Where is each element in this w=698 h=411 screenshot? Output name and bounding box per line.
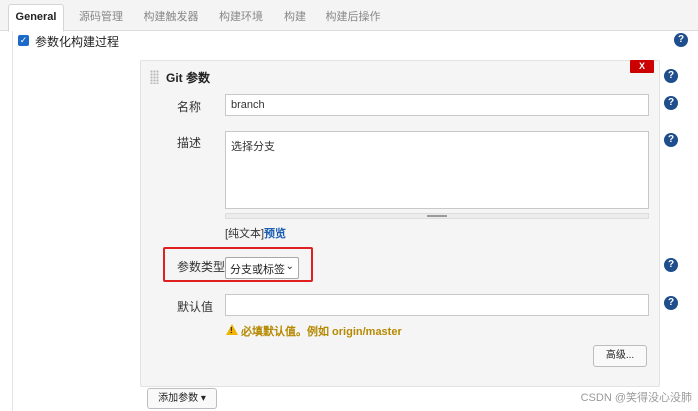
tab-bar: General 源码管理 构建触发器 构建环境 构建 构建后操作: [0, 0, 698, 32]
drag-grip-icon[interactable]: [150, 70, 159, 84]
help-icon[interactable]: ?: [664, 69, 678, 83]
add-parameter-button[interactable]: 添加参数 ▾: [147, 388, 217, 409]
plain-text-label: [纯文本]: [225, 228, 265, 240]
parameter-type-label: 参数类型: [177, 260, 226, 274]
tab-build-environment[interactable]: 构建环境: [210, 5, 272, 31]
delete-parameter-button[interactable]: X: [630, 60, 654, 73]
tab-general[interactable]: General: [8, 4, 64, 32]
chevron-down-icon: ⌄: [285, 261, 294, 272]
help-icon[interactable]: ?: [664, 258, 678, 272]
description-textarea[interactable]: 选择分支: [225, 131, 649, 209]
watermark: CSDN @笑得没心没肺: [580, 392, 692, 404]
resize-grip-icon: [427, 215, 447, 217]
tab-build[interactable]: 构建: [276, 5, 314, 31]
description-label: 描述: [177, 136, 202, 150]
help-icon[interactable]: ?: [664, 296, 678, 310]
help-icon[interactable]: ?: [674, 33, 688, 47]
default-value-input[interactable]: [225, 294, 649, 316]
default-value-warning: 必填默认值。例如 origin/master: [241, 326, 402, 338]
default-value-label: 默认值: [177, 300, 214, 314]
help-icon[interactable]: ?: [664, 133, 678, 147]
panel-title: Git 参数: [166, 71, 210, 85]
parameter-type-select[interactable]: 分支或标签 ⌄: [225, 257, 299, 279]
tab-source-control[interactable]: 源码管理: [70, 5, 132, 31]
tab-post-build[interactable]: 构建后操作: [318, 5, 388, 31]
name-input[interactable]: branch: [225, 94, 649, 116]
parameterized-build-label: 参数化构建过程: [35, 35, 120, 49]
preview-link[interactable]: 预览: [264, 225, 286, 241]
name-label: 名称: [177, 100, 202, 114]
tab-build-triggers[interactable]: 构建触发器: [136, 5, 206, 31]
checkbox-checked-icon[interactable]: ✓: [18, 35, 29, 46]
advanced-button[interactable]: 高级...: [593, 345, 647, 367]
section-divider: [12, 31, 13, 411]
parameter-type-value: 分支或标签: [230, 264, 285, 276]
help-icon[interactable]: ?: [664, 96, 678, 110]
